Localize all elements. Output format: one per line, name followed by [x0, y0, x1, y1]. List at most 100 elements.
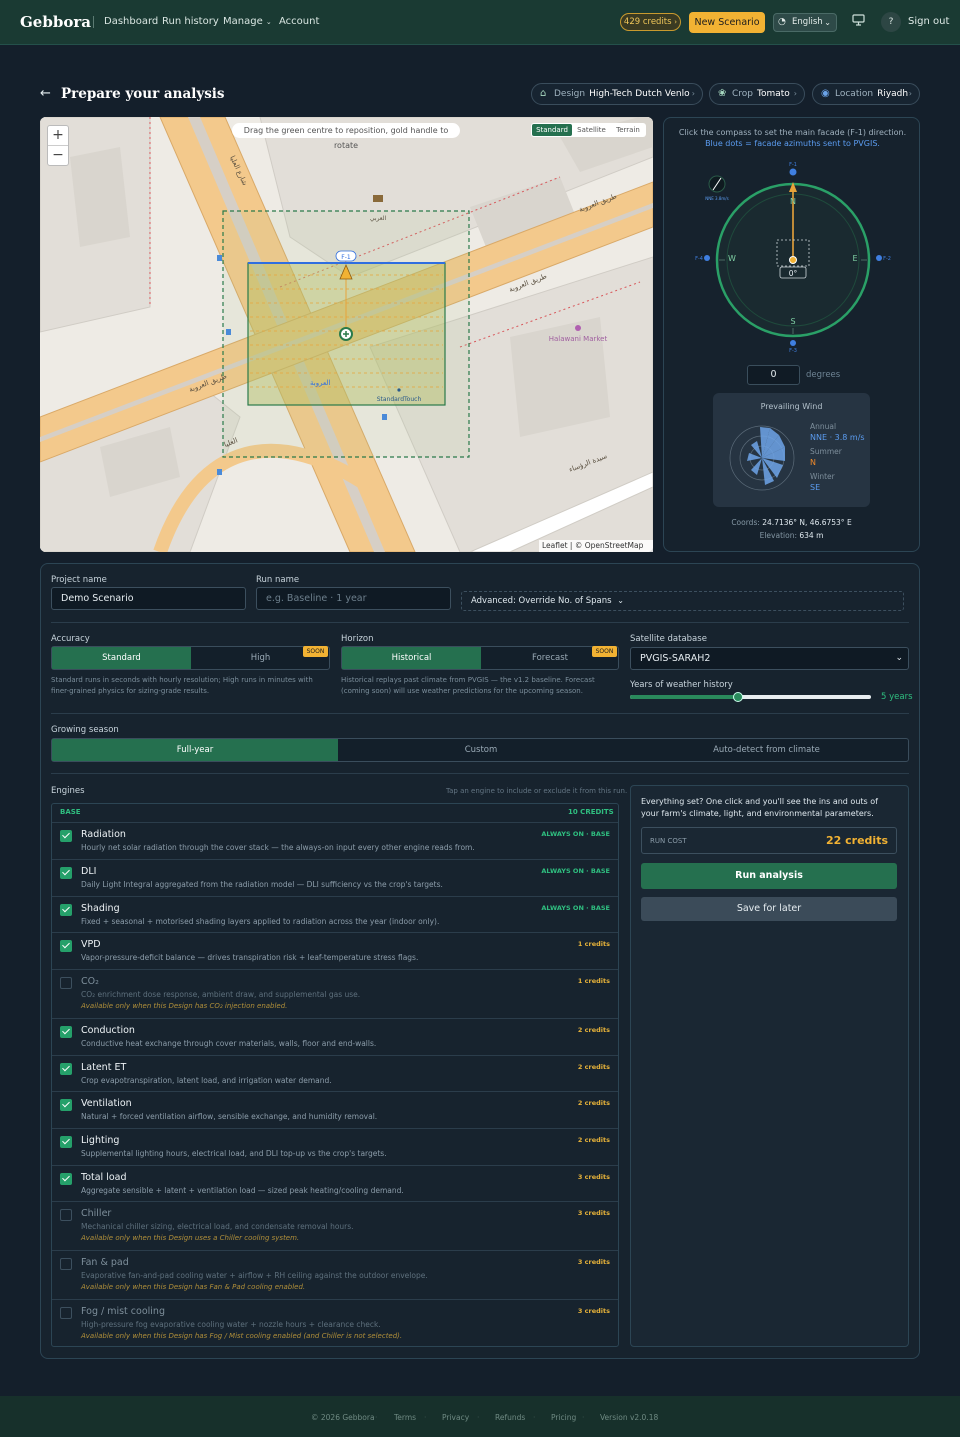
nav-manage[interactable]: Manage ⌄	[223, 16, 272, 27]
base-label: BASE	[60, 808, 81, 816]
compass-e: E	[852, 254, 857, 263]
run-analysis-button[interactable]: Run analysis	[641, 863, 897, 889]
checkbox-unchecked[interactable]	[60, 1307, 72, 1319]
accuracy-standard-option[interactable]: Standard	[52, 647, 191, 669]
crop-chip[interactable]: ❀ Crop Tomato ›	[709, 83, 805, 105]
engine-row[interactable]: DLI Daily Light Integral aggregated from …	[52, 859, 618, 896]
engine-cost: 3 credits	[577, 1209, 610, 1217]
zoom-in-button[interactable]: +	[48, 126, 68, 146]
back-arrow-icon[interactable]: ←	[40, 86, 51, 101]
footer-privacy-link[interactable]: Privacy	[442, 1413, 469, 1422]
engine-row[interactable]: Ventilation Natural + forced ventilation …	[52, 1091, 618, 1128]
engine-row[interactable]: Chiller Mechanical chiller sizing, electr…	[52, 1201, 618, 1250]
footer-refunds-link[interactable]: Refunds	[495, 1413, 525, 1422]
layer-terrain-tab[interactable]: Terrain	[611, 123, 645, 137]
footer-version: Version v2.0.18	[600, 1413, 659, 1422]
engine-name: Fog / mist cooling	[81, 1306, 165, 1317]
language-select[interactable]: ◔ English ⌄	[773, 13, 837, 32]
season-custom-option[interactable]: Custom	[338, 739, 624, 761]
engine-cost: 2 credits	[577, 1099, 610, 1107]
engine-row[interactable]: Lighting Supplemental lighting hours, ele…	[52, 1128, 618, 1165]
growing-season-label: Growing season	[51, 725, 119, 735]
desktop-icon[interactable]	[852, 14, 865, 29]
engine-row[interactable]: VPD Vapor-pressure-deficit balance — driv…	[52, 932, 618, 969]
map-tiles[interactable]: F-1 Halawani Market StandardTouch شارع ا…	[40, 117, 653, 552]
checkbox-checked[interactable]	[60, 830, 72, 842]
help-button[interactable]: ?	[881, 12, 901, 32]
design-chip-value: High-Tech Dutch Venlo	[589, 89, 690, 99]
run-name-input[interactable]: e.g. Baseline · 1 year	[256, 587, 451, 610]
checkbox-unchecked[interactable]	[60, 1258, 72, 1270]
engine-always-on-tag: ALWAYS ON · BASE	[541, 830, 610, 838]
engine-row[interactable]: Total load Aggregate sensible + latent + …	[52, 1165, 618, 1201]
checkbox-checked[interactable]	[60, 940, 72, 952]
layer-standard-tab[interactable]: Standard	[532, 124, 572, 136]
slider-fill	[630, 695, 739, 699]
location-pin-icon: ◉	[821, 88, 830, 99]
map-attribution[interactable]: Leaflet | © OpenStreetMap	[539, 540, 653, 552]
nav-account[interactable]: Account	[279, 16, 319, 27]
project-name-input[interactable]: Demo Scenario	[51, 587, 246, 610]
engine-row[interactable]: Latent ET Crop evapotranspiration, latent…	[52, 1055, 618, 1091]
zoom-out-button[interactable]: −	[48, 146, 68, 166]
engine-row[interactable]: Conduction Conductive heat exchange throu…	[52, 1018, 618, 1055]
new-scenario-button[interactable]: New Scenario	[689, 12, 765, 33]
horizon-historical-option[interactable]: Historical	[342, 647, 481, 669]
engine-description: Crop evapotranspiration, latent load, an…	[81, 1076, 332, 1085]
engine-name: Total load	[81, 1172, 127, 1183]
checkbox-checked[interactable]	[60, 1173, 72, 1185]
engine-row[interactable]: Radiation Hourly net solar radiation thro…	[52, 822, 618, 859]
advanced-spans-toggle[interactable]: Advanced: Override No. of Spans ⌄	[461, 591, 904, 611]
footer-dot: ·	[477, 1413, 480, 1422]
credits-badge[interactable]: 429 credits ›	[620, 13, 681, 31]
engine-row[interactable]: Shading Fixed + seasonal + motorised shad…	[52, 896, 618, 932]
engine-row[interactable]: CO₂ CO₂ enrichment dose response, ambient…	[52, 969, 618, 1018]
chevron-down-icon: ⌄	[265, 18, 272, 26]
layer-satellite-tab[interactable]: Satellite	[573, 123, 610, 137]
sign-out-link[interactable]: Sign out	[908, 16, 949, 27]
checkbox-checked[interactable]	[60, 904, 72, 916]
wind-winter-value: SE	[810, 483, 821, 492]
checkbox-checked[interactable]	[60, 1026, 72, 1038]
checkbox-unchecked[interactable]	[60, 977, 72, 989]
footer-terms-link[interactable]: Terms	[394, 1413, 416, 1422]
globe-icon: ◔	[778, 17, 786, 27]
facade-label-f2: F-2	[883, 256, 891, 262]
checkbox-checked[interactable]	[60, 1099, 72, 1111]
nav-run-history[interactable]: Run history	[162, 16, 219, 27]
satellite-db-select[interactable]: PVGIS-SARAH2 ⌄	[630, 647, 909, 670]
nav-dashboard[interactable]: Dashboard	[104, 16, 158, 27]
run-intro: Everything set? One click and you'll see…	[641, 797, 878, 818]
design-chip[interactable]: ⌂ Design High-Tech Dutch Venlo ›	[531, 83, 703, 105]
checkbox-unchecked[interactable]	[60, 1209, 72, 1221]
engine-description: Hourly net solar radiation through the c…	[81, 843, 475, 852]
checkbox-checked[interactable]	[60, 1063, 72, 1075]
engine-name: Conduction	[81, 1025, 135, 1036]
gebbora-logo[interactable]: Gebbora	[20, 13, 91, 31]
chevron-right-icon: ›	[691, 89, 695, 98]
engine-name: Ventilation	[81, 1098, 132, 1109]
season-auto-option[interactable]: Auto-detect from climate	[624, 739, 909, 761]
degrees-input[interactable]: 0	[747, 365, 800, 385]
checkbox-checked[interactable]	[60, 1136, 72, 1148]
engine-name: Radiation	[81, 829, 126, 840]
facade-dot-f1	[789, 168, 797, 176]
weather-years-label: Years of weather history	[630, 680, 733, 690]
season-full-year-option[interactable]: Full-year	[52, 739, 338, 761]
soon-badge: SOON	[303, 646, 328, 657]
weather-years-slider[interactable]	[630, 692, 871, 702]
engine-row[interactable]: Fan & pad Evaporative fan-and-pad cooling…	[52, 1250, 618, 1299]
compass-legend: Blue dots = facade azimuths sent to PVGI…	[705, 139, 880, 148]
checkbox-checked[interactable]	[60, 867, 72, 879]
engine-cost: 3 credits	[577, 1258, 610, 1266]
location-chip[interactable]: ◉ Location Riyadh ›	[812, 83, 920, 105]
compass-dial[interactable]: 0° N E S W F-1 F-2 F-3 F-4 NNE 3.8m/s	[693, 160, 893, 360]
footer-pricing-link[interactable]: Pricing	[551, 1413, 576, 1422]
footer-copyright: © 2026 Gebbora	[311, 1413, 375, 1422]
site-map[interactable]: F-1 Halawani Market StandardTouch شارع ا…	[40, 117, 653, 552]
save-for-later-button[interactable]: Save for later	[641, 897, 897, 921]
engine-always-on-tag: ALWAYS ON · BASE	[541, 904, 610, 912]
engine-description: High-pressure fog evaporative cooling wa…	[81, 1320, 381, 1329]
engine-row[interactable]: Fog / mist cooling High-pressure fog evap…	[52, 1299, 618, 1347]
engine-cost: 1 credits	[577, 940, 610, 948]
